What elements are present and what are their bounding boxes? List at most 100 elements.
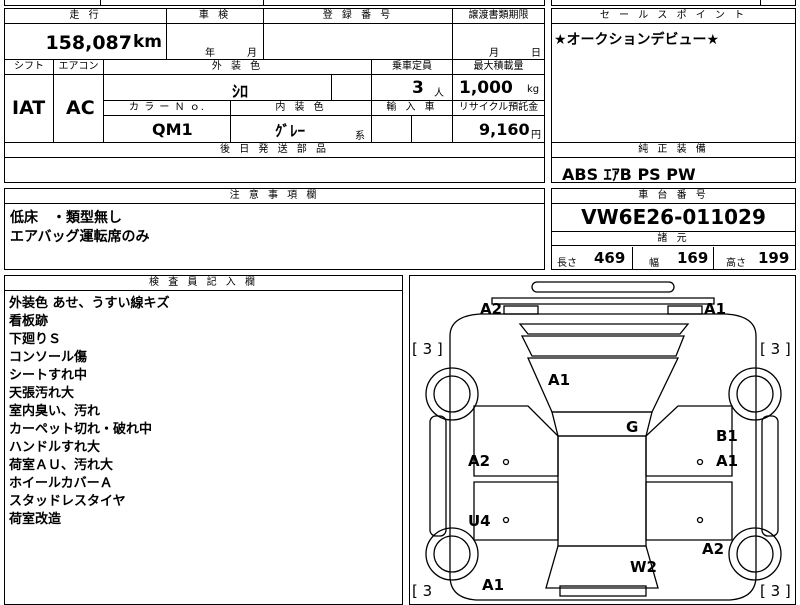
transfer-cell: 月 日	[453, 24, 544, 60]
sales-point-box: セ ー ル ス ポ イ ン ト ★オークションデビュー★	[551, 8, 796, 143]
top-cutoff-row	[4, 0, 545, 6]
inspector-line: 下廻りＳ	[9, 332, 62, 347]
mileage-unit: km	[132, 32, 162, 52]
height-label: 高さ	[726, 258, 746, 269]
inspector-line: ハンドルすれ大	[9, 440, 101, 455]
interior-cell: ｸﾞﾚｰ 系	[231, 116, 372, 143]
top-cutoff-divider	[100, 0, 101, 6]
damage-hood: A1	[548, 371, 571, 389]
genuine-equipment-box: 純 正 装 備 ABS ｴｱB PS PW	[551, 142, 796, 184]
chassis-box: 車 台 番 号 VW6E26-011029 諸 元 長さ 469 幅 169 高…	[551, 188, 796, 270]
inspection-year: 年	[205, 48, 215, 59]
mileage-cell: 158,087 km	[5, 24, 167, 60]
length-value: 469	[594, 249, 626, 267]
chassis-value: VW6E26-011029	[581, 205, 766, 229]
caution-header: 注 意 事 項 欄	[5, 189, 544, 204]
recycle-header: リサイクル預託金	[453, 101, 544, 116]
interior-header: 内 装 色	[231, 101, 372, 116]
inspection-cell: 年 月	[167, 24, 264, 60]
spec-header: 諸 元	[552, 231, 795, 246]
transfer-month: 月	[489, 48, 499, 59]
import-cell-a	[372, 116, 412, 143]
tire-front-right-mark: [ 3 ]	[760, 340, 791, 358]
inspector-header: 検 査 員 記 入 欄	[5, 276, 402, 291]
inspector-line: スタッドレスタイヤ	[9, 494, 126, 509]
later-parts-header: 後 日 発 送 部 品	[5, 143, 544, 158]
mileage-value: 158,087	[45, 32, 132, 54]
exterior-header: 外 装 色	[104, 60, 372, 75]
damage-rear-left: A1	[482, 576, 505, 594]
ac-header: エアコン	[54, 60, 104, 75]
mileage-header: 走 行	[5, 9, 167, 24]
inspector-line: シートすれ中	[9, 368, 88, 383]
inspector-lines: 外装色 あせ、うすい線キズ 看板跡 下廻りＳ コンソール傷 シートすれ中 天張汚…	[9, 295, 170, 529]
shift-cell: IAT	[5, 75, 54, 143]
import-header: 輸 入 車	[372, 101, 453, 116]
exterior-extra-cell	[332, 75, 372, 101]
inspector-line: コンソール傷	[9, 350, 88, 365]
inspector-line: 天張汚れ大	[9, 386, 75, 401]
exterior-cell: ｼﾛ	[104, 75, 332, 101]
damage-rear-center: W2	[630, 558, 657, 576]
damage-roof: G	[626, 418, 639, 436]
inspector-line: ホイールカバーＡ	[9, 476, 113, 491]
registration-header: 登 録 番 号	[264, 9, 453, 24]
color-no-cell: QM1	[104, 116, 231, 143]
inspector-line: 看板跡	[9, 314, 49, 329]
genuine-equipment-text: ABS ｴｱB PS PW	[562, 165, 696, 184]
inspector-line: 荷室改造	[9, 512, 62, 527]
width-label: 幅	[649, 258, 659, 269]
caution-line-2: エアバッグ運転席のみ	[10, 229, 150, 245]
vehicle-info-table: 走 行 車 検 登 録 番 号 譲渡書類期限 158,087 km 年 月 月 …	[4, 8, 545, 183]
top-cutoff-divider-2	[263, 0, 264, 6]
damage-right-front-door-2: A1	[716, 452, 739, 470]
genuine-equipment-header: 純 正 装 備	[552, 143, 795, 158]
ac-value: AC	[66, 97, 95, 119]
height-value: 199	[758, 249, 790, 267]
inspector-line: 外装色 あせ、うすい線キズ	[9, 296, 170, 311]
load-unit: kg	[527, 84, 540, 95]
damage-front-right: A1	[704, 300, 727, 318]
interior-value: ｸﾞﾚｰ	[275, 122, 306, 140]
length-cell: 長さ 469	[552, 247, 633, 269]
width-cell: 幅 169	[633, 247, 714, 269]
sales-point-text: ★オークションデビュー★	[554, 32, 720, 48]
transfer-day: 日	[531, 48, 541, 59]
registration-cell	[264, 24, 453, 60]
recycle-value: 9,160	[479, 120, 530, 139]
load-cell: 1,000 kg	[453, 75, 544, 101]
load-value: 1,000	[459, 78, 513, 98]
top-cutoff-divider-4	[551, 0, 796, 6]
capacity-value: 3	[412, 78, 424, 98]
length-label: 長さ	[557, 258, 577, 269]
width-value: 169	[677, 249, 709, 267]
damage-front-left: A2	[480, 300, 503, 318]
color-no-header: カ ラ ー Ｎ ｏ.	[104, 101, 231, 116]
inspector-box: 検 査 員 記 入 欄 外装色 あせ、うすい線キズ 看板跡 下廻りＳ コンソール…	[4, 275, 403, 605]
damage-left-rear-door: U4	[468, 512, 491, 530]
shift-header: シフト	[5, 60, 54, 75]
color-no-value: QM1	[152, 120, 193, 139]
transfer-header: 譲渡書類期限	[453, 9, 544, 24]
inspection-header: 車 検	[167, 9, 264, 24]
recycle-unit: 円	[531, 130, 541, 141]
recycle-cell: 9,160 円	[453, 116, 544, 143]
caution-line-1: 低床 ・類型無し	[10, 210, 122, 226]
load-header: 最大積載量	[453, 60, 544, 75]
ac-cell: AC	[54, 75, 104, 143]
inspector-line: 荷室ＡＵ、汚れ大	[9, 458, 114, 473]
inspector-line: カーペット切れ・破れ中	[9, 422, 153, 437]
interior-suffix: 系	[355, 131, 365, 142]
chassis-header: 車 台 番 号	[552, 189, 795, 204]
tire-rear-left-mark: [ 3	[412, 582, 433, 600]
capacity-unit: 人	[434, 88, 444, 99]
import-cell-b	[412, 116, 453, 143]
vehicle-diagram-box: [ 3 ] [ 3 ] [ 3 [ 3 ] A2 A1 A1 G B1 A1 A…	[409, 275, 796, 605]
damage-right-front-door-1: B1	[716, 427, 738, 445]
sales-point-header: セ ー ル ス ポ イ ン ト	[552, 9, 795, 24]
vehicle-outline	[425, 281, 782, 601]
spec-row: 長さ 469 幅 169 高さ 199	[552, 247, 795, 269]
capacity-cell: 3 人	[372, 75, 453, 101]
height-cell: 高さ 199	[714, 247, 795, 269]
tire-rear-right-mark: [ 3 ]	[760, 582, 791, 600]
